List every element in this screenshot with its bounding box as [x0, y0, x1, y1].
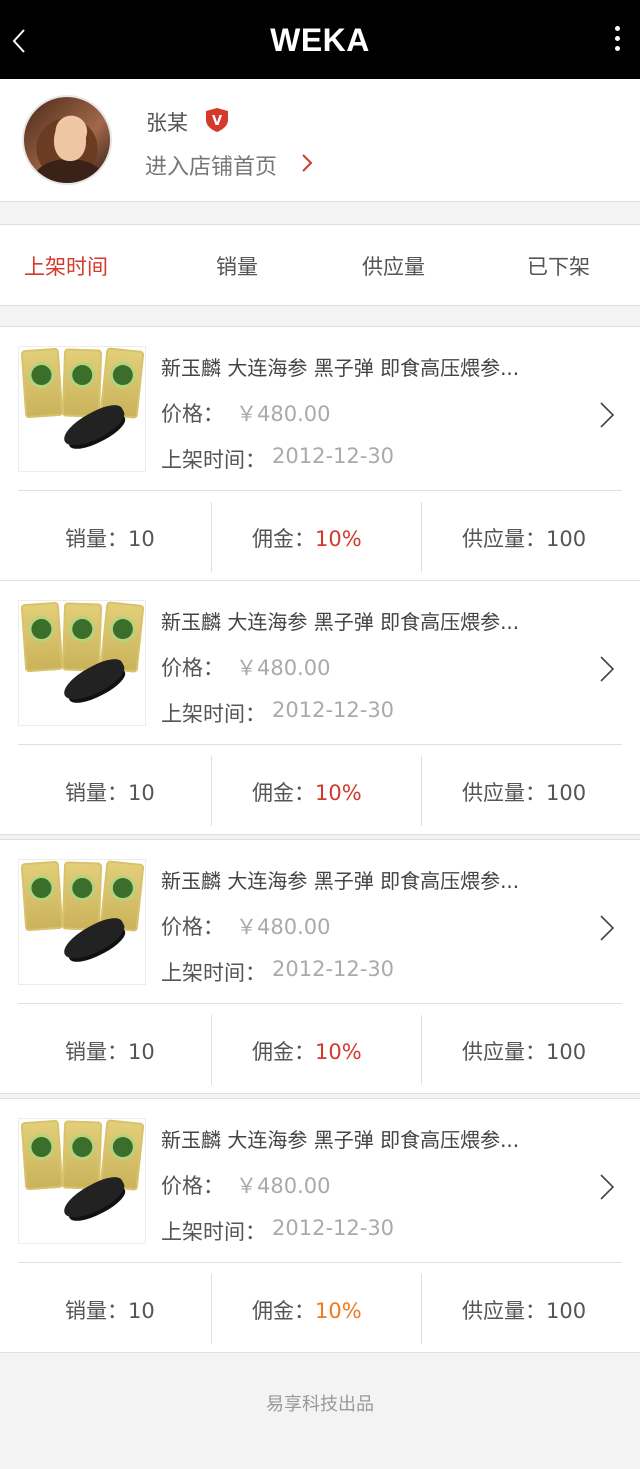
price-label: 价格： — [161, 1174, 224, 1198]
tab-listing-time[interactable]: 上架时间 — [24, 251, 108, 281]
chevron-right-icon[interactable] — [598, 400, 616, 430]
price-label: 价格： — [161, 402, 224, 426]
sort-tabs: 上架时间 销量 供应量 已下架 — [0, 224, 640, 306]
sales-value: 10 — [128, 1299, 155, 1323]
product-price: ￥480.00 — [236, 402, 331, 426]
listing-date: 2012-12-30 — [272, 698, 395, 722]
product-image[interactable] — [18, 1118, 146, 1244]
sales-value: 10 — [128, 1040, 155, 1064]
commission-label: 佣金： — [252, 1299, 315, 1323]
supply-stat: 供应量：100 — [462, 777, 586, 807]
supply-label: 供应量： — [462, 1299, 546, 1323]
product-image[interactable] — [18, 859, 146, 985]
more-vertical-icon[interactable] — [612, 26, 622, 56]
commission-value: 10% — [315, 527, 362, 551]
supply-label: 供应量： — [462, 1040, 546, 1064]
sales-stat: 销量：10 — [65, 777, 155, 807]
listing-date: 2012-12-30 — [272, 957, 395, 981]
sales-label: 销量： — [65, 1299, 128, 1323]
app-header: WEKA — [0, 0, 640, 79]
product-price: ￥480.00 — [236, 915, 331, 939]
vip-badge-icon: V — [206, 108, 228, 132]
supply-value: 100 — [546, 781, 587, 805]
commission-label: 佣金： — [252, 527, 315, 551]
store-owner-name: 张某 — [146, 111, 188, 135]
tab-sales[interactable]: 销量 — [216, 251, 258, 281]
store-home-link[interactable]: 进入店铺首页 — [145, 149, 277, 181]
store-profile: 张某 V 进入店铺首页 — [0, 79, 640, 202]
product-card[interactable]: 新玉麟 大连海参 黑子弹 即食高压煨参... 价格： ￥480.00 上架时间：… — [0, 1098, 640, 1353]
divider — [18, 1262, 622, 1263]
product-title[interactable]: 新玉麟 大连海参 黑子弹 即食高压煨参... — [161, 1124, 519, 1153]
vip-badge-text: V — [212, 114, 222, 129]
chevron-right-icon[interactable] — [598, 1172, 616, 1202]
divider — [421, 502, 422, 572]
divider — [18, 1003, 622, 1004]
chevron-right-icon[interactable] — [300, 152, 314, 174]
product-image[interactable] — [18, 600, 146, 726]
product-card[interactable]: 新玉麟 大连海参 黑子弹 即食高压煨参... 价格： ￥480.00 上架时间：… — [0, 580, 640, 835]
supply-value: 100 — [546, 1040, 587, 1064]
listing-time-label: 上架时间： — [161, 961, 266, 985]
sales-stat: 销量：10 — [65, 523, 155, 553]
divider — [18, 744, 622, 745]
listing-time-label: 上架时间： — [161, 1220, 266, 1244]
commission-stat: 佣金：10% — [252, 523, 362, 553]
product-price: ￥480.00 — [236, 1174, 331, 1198]
divider — [18, 490, 622, 491]
price-label: 价格： — [161, 656, 224, 680]
supply-label: 供应量： — [462, 527, 546, 551]
sales-value: 10 — [128, 527, 155, 551]
supply-stat: 供应量：100 — [462, 523, 586, 553]
listing-date: 2012-12-30 — [272, 1216, 395, 1240]
product-image[interactable] — [18, 346, 146, 472]
price-label: 价格： — [161, 915, 224, 939]
sales-value: 10 — [128, 781, 155, 805]
commission-value: 10% — [315, 781, 362, 805]
commission-value: 10% — [315, 1040, 362, 1064]
supply-label: 供应量： — [462, 781, 546, 805]
sales-stat: 销量：10 — [65, 1295, 155, 1325]
divider — [421, 1274, 422, 1344]
product-title[interactable]: 新玉麟 大连海参 黑子弹 即食高压煨参... — [161, 865, 519, 894]
avatar[interactable] — [22, 95, 112, 185]
commission-label: 佣金： — [252, 781, 315, 805]
chevron-right-icon[interactable] — [598, 913, 616, 943]
supply-value: 100 — [546, 1299, 587, 1323]
footer-credit: 易享科技出品 — [266, 1394, 374, 1415]
supply-stat: 供应量：100 — [462, 1036, 586, 1066]
product-title[interactable]: 新玉麟 大连海参 黑子弹 即食高压煨参... — [161, 352, 519, 381]
commission-stat: 佣金：10% — [252, 1036, 362, 1066]
sales-label: 销量： — [65, 781, 128, 805]
divider — [421, 1015, 422, 1085]
commission-stat: 佣金：10% — [252, 777, 362, 807]
supply-stat: 供应量：100 — [462, 1295, 586, 1325]
sales-label: 销量： — [65, 1040, 128, 1064]
sales-label: 销量： — [65, 527, 128, 551]
divider — [211, 1015, 212, 1085]
listing-time-label: 上架时间： — [161, 702, 266, 726]
product-card[interactable]: 新玉麟 大连海参 黑子弹 即食高压煨参... 价格： ￥480.00 上架时间：… — [0, 839, 640, 1094]
divider — [211, 502, 212, 572]
commission-value: 10% — [315, 1299, 362, 1323]
tab-supply[interactable]: 供应量 — [362, 251, 425, 281]
tab-delisted[interactable]: 已下架 — [527, 251, 590, 281]
listing-date: 2012-12-30 — [272, 444, 395, 468]
chevron-right-icon[interactable] — [598, 654, 616, 684]
product-card[interactable]: 新玉麟 大连海参 黑子弹 即食高压煨参... 价格： ￥480.00 上架时间：… — [0, 326, 640, 581]
listing-time-label: 上架时间： — [161, 448, 266, 472]
commission-stat: 佣金：10% — [252, 1295, 362, 1325]
divider — [211, 756, 212, 826]
supply-value: 100 — [546, 527, 587, 551]
sales-stat: 销量：10 — [65, 1036, 155, 1066]
divider — [211, 1274, 212, 1344]
product-price: ￥480.00 — [236, 656, 331, 680]
product-title[interactable]: 新玉麟 大连海参 黑子弹 即食高压煨参... — [161, 606, 519, 635]
divider — [421, 756, 422, 826]
commission-label: 佣金： — [252, 1040, 315, 1064]
page-title: WEKA — [270, 22, 370, 58]
